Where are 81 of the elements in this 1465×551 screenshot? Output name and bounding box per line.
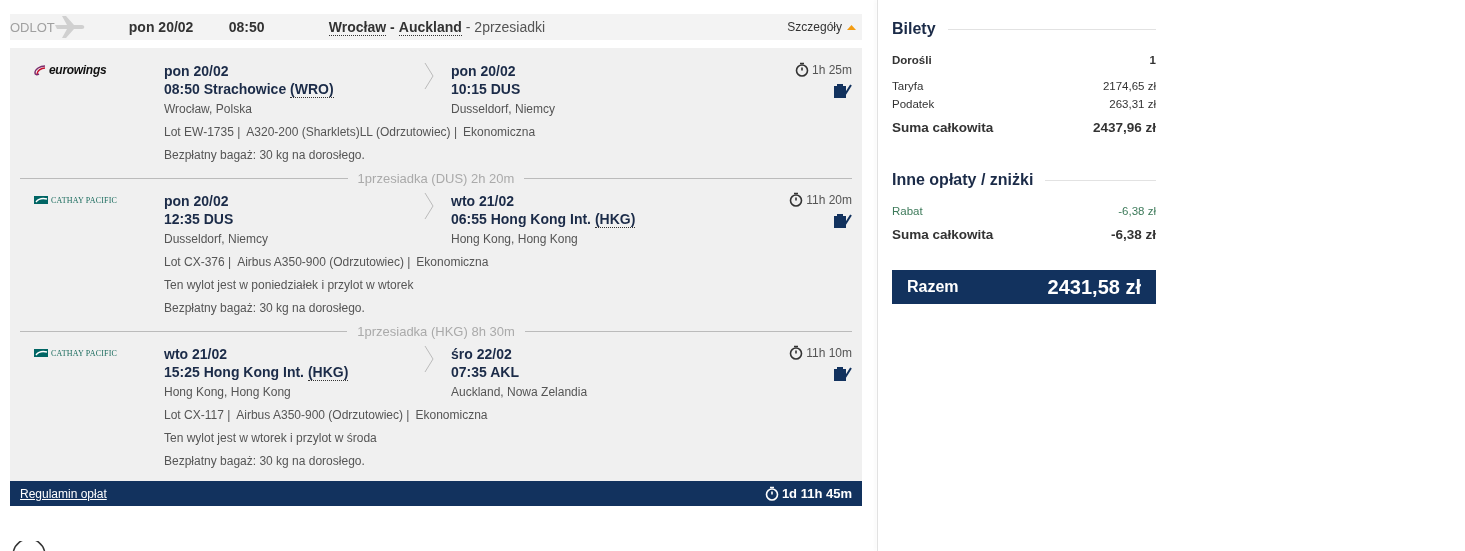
airline-logo-text: CATHAY PACIFIC	[51, 348, 118, 358]
flight-detail-text: Lot CX-376 |	[164, 254, 232, 271]
brushwing-icon	[34, 349, 48, 357]
total-duration-text: 1d 11h 45m	[764, 486, 852, 501]
stopwatch-icon	[794, 62, 809, 77]
flight-detail-text: Ekonomiczna	[415, 407, 488, 424]
flight-detail-text: A320-200 (Sharklets)LL (Odrzutowiec) |	[246, 124, 458, 141]
city-text: Hong Kong, Hong Kong	[164, 384, 292, 401]
time-airport-text: 10:15 DUS	[451, 80, 522, 98]
total-value: 2431,58 zł	[1047, 275, 1141, 299]
date-text: śro 22/02	[451, 345, 513, 363]
time-airport-text: 12:35 DUS	[164, 210, 235, 228]
price-value: 2437,96 zł	[1092, 120, 1156, 135]
layover-text: 1przesiadka (HKG) 8h 30m	[357, 324, 515, 339]
price-label: Suma całkowita	[892, 227, 994, 242]
flight-detail-text: Lot EW-1735 |	[164, 124, 241, 141]
price-label: Podatek	[892, 98, 935, 110]
price-label: Rabat	[892, 205, 923, 217]
origin-city: Wrocław	[328, 19, 387, 35]
chevron-icon	[424, 192, 434, 220]
section-title: Bilety	[892, 20, 936, 38]
flight-detail-text: Lot CX-117 |	[164, 407, 231, 424]
details-toggle[interactable]: Szczegóły	[787, 20, 856, 34]
baggage-text: Bezpłatny bagaż: 30 kg na dorosłego.	[164, 147, 366, 164]
date-text: wto 21/02	[164, 345, 229, 363]
departure-label: ODLOT	[10, 19, 55, 35]
price-value: -6,38 zł	[1110, 227, 1156, 242]
date-text: pon 20/02	[451, 62, 517, 80]
flight-detail-text: Ekonomiczna	[416, 254, 489, 271]
stopwatch-icon	[764, 486, 779, 501]
price-label: Dorośli	[892, 54, 932, 66]
date-text: pon 20/02	[128, 19, 195, 35]
city-text: Dusseldorf, Niemcy	[164, 231, 270, 248]
section-title: Inne opłaty / zniżki	[892, 171, 1034, 189]
airline-logo-text: CATHAY PACIFIC	[51, 195, 118, 205]
price-label: Suma całkowita	[892, 120, 994, 135]
price-value: 1	[1149, 54, 1156, 66]
swoosh-icon	[34, 64, 46, 76]
time-airport-text: 07:35 AKL	[451, 363, 520, 381]
layover-text: 1przesiadka (DUS) 2h 20m	[357, 171, 515, 186]
note-text: Ten wylot jest w wtorek i przylot w środa	[164, 430, 378, 447]
fee-rules-link[interactable]: Regulamin opłat	[20, 486, 107, 501]
price-value: 263,31 zł	[1109, 98, 1156, 110]
brushwing-icon	[34, 196, 48, 204]
airline-logo-text: eurowings	[49, 63, 107, 77]
price-label: Taryfa	[892, 80, 924, 92]
price-value: 2174,65 zł	[1102, 80, 1156, 92]
caret-icon	[847, 24, 856, 30]
stopwatch-icon	[789, 192, 804, 207]
duration-text: 1h 25m	[794, 62, 852, 77]
date-text: pon 20/02	[164, 62, 230, 80]
total-label: Razem	[907, 278, 959, 296]
date-text: pon 20/02	[164, 192, 230, 210]
city-text: Auckland, Nowa Zelandia	[451, 384, 589, 401]
date-text: wto 21/02	[451, 192, 516, 210]
airplane-icon	[54, 15, 87, 39]
time-airport-text: 08:50 Strachowice (WRO)	[164, 80, 335, 98]
duration-text: 11h 20m	[789, 192, 852, 207]
destination-city: Auckland	[398, 19, 462, 35]
city-text: Wrocław, Polska	[164, 101, 253, 118]
duration-text: 11h 10m	[789, 345, 852, 360]
baggage-text: Bezpłatny bagaż: 30 kg na dorosłego.	[164, 300, 366, 317]
city-text: Hong Kong, Hong Kong	[451, 231, 579, 248]
city-text: Dusseldorf, Niemcy	[451, 101, 557, 118]
time-airport-text: 15:25 Hong Kong Int. (HKG)	[164, 363, 350, 381]
stops-text: - 2przesiadki	[465, 19, 546, 35]
flight-detail-text: Airbus A350-900 (Odrzutowiec) |	[237, 254, 411, 271]
stopwatch-icon	[789, 345, 804, 360]
time-airport-text: 06:55 Hong Kong Int. (HKG)	[451, 210, 637, 228]
chevron-icon	[424, 345, 434, 373]
price-value: -6,38 zł	[1118, 205, 1156, 217]
dash-text: -	[390, 19, 395, 35]
time-text: 08:50	[228, 19, 266, 35]
flight-detail-text: Ekonomiczna	[463, 124, 536, 141]
baggage-check-icon	[833, 81, 852, 98]
note-text: Ten wylot jest w poniedziałek i przylot w wtorek	[164, 277, 415, 294]
baggage-check-icon	[833, 364, 852, 381]
chevron-icon	[424, 62, 434, 90]
baggage-text: Bezpłatny bagaż: 30 kg na dorosłego.	[164, 453, 366, 470]
flight-detail-text: Airbus A350-900 (Odrzutowiec) |	[236, 407, 410, 424]
baggage-check-icon	[833, 211, 852, 228]
